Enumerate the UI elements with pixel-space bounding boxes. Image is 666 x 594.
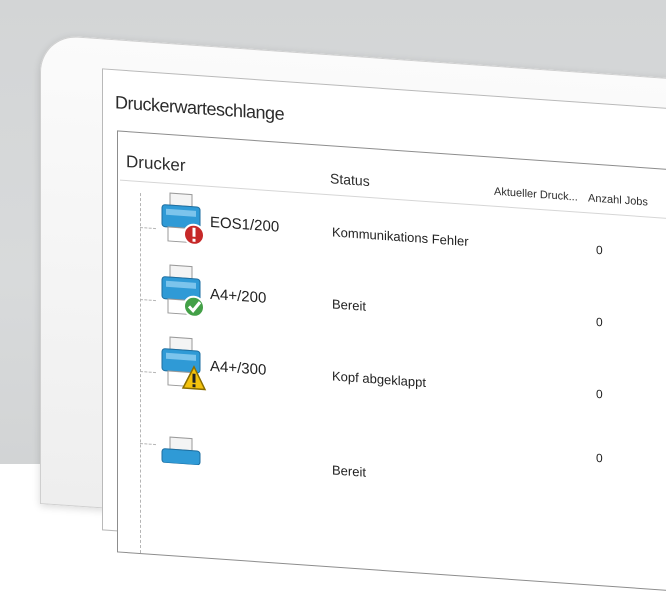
tree-branch <box>140 298 156 303</box>
printer-icon <box>161 336 207 391</box>
job-count: 0 <box>596 314 603 330</box>
printer-status: Kopf abgeklappt <box>332 368 426 390</box>
column-header-status[interactable]: Status <box>330 170 370 189</box>
tree-branch <box>140 226 156 231</box>
error-icon <box>183 223 205 246</box>
device-frame: Druckerwarteschlange ▯ Drucker Status Ak… <box>40 34 666 594</box>
printer-icon <box>161 436 201 466</box>
tree-branch <box>140 370 156 375</box>
screen: Druckerwarteschlange ▯ Drucker Status Ak… <box>102 68 666 594</box>
job-count: 0 <box>596 386 603 402</box>
column-header-current-job[interactable]: Aktueller Druck... <box>494 186 578 204</box>
printer-status: Kommunikations Fehler <box>332 224 469 249</box>
printer-name: A4+/300 <box>210 357 267 379</box>
printer-name: EOS1/200 <box>210 213 280 236</box>
column-header-job-count[interactable]: Anzahl Jobs <box>588 192 648 208</box>
printer-icon <box>161 264 205 318</box>
window-title: Druckerwarteschlange <box>115 92 285 125</box>
printer-name: A4+/200 <box>210 285 267 307</box>
job-count: 0 <box>596 450 603 466</box>
tree-branch <box>140 442 156 447</box>
printer-queue-table: ▯ Drucker Status Aktueller Druck... Anza… <box>117 130 666 594</box>
column-header-printer[interactable]: Drucker <box>126 152 186 176</box>
printer-icon <box>161 192 205 246</box>
job-count: 0 <box>596 242 603 258</box>
printer-status: Bereit <box>332 462 366 480</box>
printer-status: Bereit <box>332 296 366 314</box>
check-icon <box>183 295 205 318</box>
